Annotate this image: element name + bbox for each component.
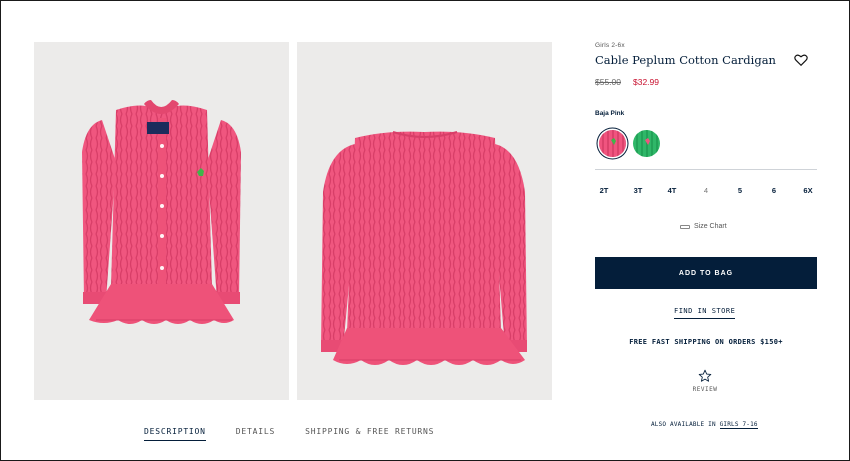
find-in-store-link[interactable]: FIND IN STORE [674, 307, 736, 319]
size-option-6x[interactable]: 6X [799, 186, 817, 195]
also-available: ALSO AVAILABLE IN GIRLS 7-16 [651, 421, 758, 429]
review-label: REVIEW [692, 386, 718, 393]
original-price: $55.00 [595, 77, 621, 87]
size-chart-label: Size Chart [694, 223, 727, 230]
size-option-4[interactable]: 4 [697, 186, 715, 195]
product-title: Cable Peplum Cotton Cardigan [595, 53, 776, 67]
size-chart-link[interactable]: Size Chart [680, 223, 727, 230]
cardigan-front-illustration [82, 100, 241, 324]
also-available-prefix: ALSO AVAILABLE IN [651, 421, 720, 428]
size-option-2t[interactable]: 2T [595, 186, 613, 195]
product-image-front[interactable] [34, 42, 289, 400]
add-to-bag-button[interactable]: ADD TO BAG [595, 257, 817, 289]
tab-description[interactable]: DESCRIPTION [144, 427, 206, 441]
cardigan-back-illustration [321, 131, 527, 365]
tab-shipping-returns[interactable]: SHIPPING & FREE RETURNS [305, 427, 434, 441]
divider [595, 169, 817, 170]
sale-price: $32.99 [633, 77, 659, 87]
size-selector: 2T 3T 4T 4 5 6 6X [595, 186, 817, 195]
swatch-baja-pink[interactable] [599, 130, 626, 157]
girls-7-16-link[interactable]: GIRLS 7-16 [719, 421, 758, 429]
review-button[interactable]: REVIEW [691, 369, 719, 393]
product-tabs: DESCRIPTION DETAILS SHIPPING & FREE RETU… [144, 427, 434, 441]
size-option-4t[interactable]: 4T [663, 186, 681, 195]
star-icon [698, 369, 712, 382]
size-option-3t[interactable]: 3T [629, 186, 647, 195]
swatch-green[interactable] [633, 130, 660, 157]
product-category: Girls 2-6x [595, 42, 625, 49]
size-option-5[interactable]: 5 [731, 186, 749, 195]
selected-color-name: Baja Pink [595, 110, 625, 117]
shipping-promo: FREE FAST SHIPPING ON ORDERS $150+ [629, 338, 783, 346]
heart-icon[interactable] [794, 53, 808, 67]
tab-details[interactable]: DETAILS [236, 427, 275, 441]
size-option-6[interactable]: 6 [765, 186, 783, 195]
product-image-back[interactable] [297, 42, 552, 400]
ruler-icon [680, 224, 690, 229]
